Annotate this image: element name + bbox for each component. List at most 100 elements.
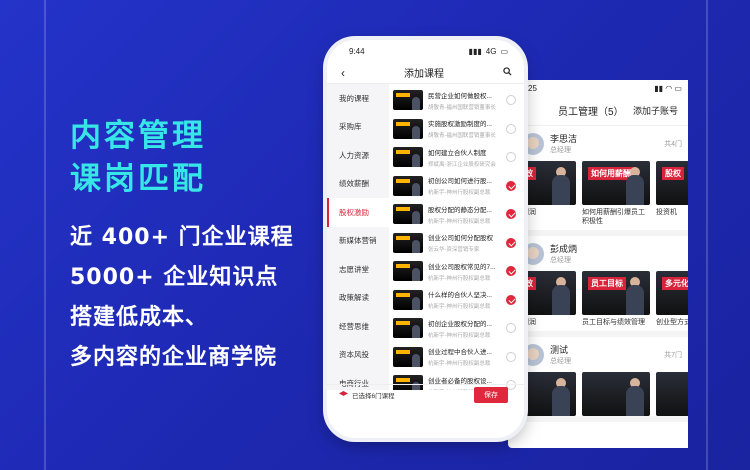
unchecked-checkbox[interactable] — [506, 323, 516, 334]
employee-header: 员工管理（5） 添加子账号 — [508, 96, 688, 126]
course-item[interactable]: 创业公司股权常见的7... 杭新宇-神州行股权副总裁 — [393, 257, 524, 286]
category-item[interactable]: 新媒体营销 — [327, 227, 389, 256]
page-title: 员工管理（5） — [558, 107, 624, 118]
course-thumb[interactable]: 员工目标 员工目标与绩效管理 — [582, 271, 650, 331]
category-item[interactable]: 绩效薪酬 — [327, 170, 389, 199]
course-title: 如何建立合伙人制度 — [428, 149, 487, 157]
employee-name: 李思洁 — [550, 134, 578, 144]
course-item[interactable]: 如何建立合伙人制度郑斌禹-浙江企业股权研究会 — [393, 143, 524, 172]
course-title: 股权分配的静态分配... — [428, 206, 492, 214]
course-thumb[interactable]: 如何用薪酬 如何用薪酬引爆员工积极性 — [582, 161, 650, 230]
status-time: 25 — [528, 83, 537, 93]
course-thumbnail — [393, 118, 423, 139]
course-lecturer: 张云华-资深营销专家 — [428, 247, 480, 254]
network-label: 4G — [485, 46, 497, 56]
checked-checkbox[interactable] — [506, 266, 516, 277]
avatar — [522, 132, 544, 155]
selected-count: 已选择6门课程 — [352, 392, 395, 400]
checked-checkbox[interactable] — [506, 209, 516, 220]
course-lecturer: 杭新宇-神州行股权副总裁 — [428, 304, 491, 311]
course-caption: 投资机 — [656, 209, 677, 216]
hero-title-1: 内容管理 — [70, 118, 206, 154]
course-caption: 员工目标与绩效管理 — [582, 319, 645, 326]
status-bar: 25 ▮▮ ◠ ▭ — [508, 80, 688, 96]
course-item[interactable]: 初创企业股权分配的... 杭新宇-神州行股权副总裁 — [393, 314, 524, 343]
thumb-title: 股权 — [662, 167, 684, 180]
add-course-phone: 9:44 ▮▮▮ 4G ▭ ‹ 添加课程 我的课程 采购库 人力资源 绩效薪酬 股权激励… — [327, 40, 524, 438]
course-lecturer: 郑斌禹-浙江企业股权研究会 — [428, 161, 496, 168]
course-title: 实施股权激励制度的... — [428, 121, 492, 129]
employee-position: 总经理 — [550, 358, 571, 365]
employee-card[interactable]: 测试 总经理 共7门 — [508, 337, 688, 422]
signal-icon: ▮▮ ◠ ▭ — [654, 83, 682, 93]
unchecked-checkbox[interactable] — [506, 351, 516, 362]
category-item[interactable]: 我的课程 — [327, 84, 389, 113]
course-item[interactable]: 初创公司如何进行股... 杭新宇-神州行股权副总裁 — [393, 172, 524, 201]
course-item[interactable]: 民营企业如何做股权... 胡敬青-福州国联营销董事长 — [393, 86, 524, 115]
save-button[interactable]: 保存 — [474, 386, 508, 403]
checked-checkbox[interactable] — [506, 237, 516, 248]
course-item[interactable]: 实施股权激励制度的... 胡敬青-福州国联营销董事长 — [393, 115, 524, 144]
course-thumbnail — [393, 232, 423, 253]
course-item[interactable]: 创业公司如何分配股权 张云华-资深营销专家 — [393, 229, 524, 258]
category-item[interactable]: 资本风投 — [327, 341, 389, 370]
course-lecturer: 胡敬青-福州国联营销董事长 — [428, 104, 496, 111]
course-lecturer: 杭新宇-神州行股权副总裁 — [428, 218, 491, 225]
bullet-4: 多内容的企业商学院 — [70, 345, 278, 370]
add-sub-account-button[interactable]: 添加子账号 — [633, 104, 678, 117]
selected-summary: 已选择6门课程 — [339, 390, 395, 400]
category-item[interactable]: 政策解读 — [327, 284, 389, 313]
category-item[interactable]: 志愿讲堂 — [327, 255, 389, 284]
course-title: 初创公司如何进行股... — [428, 178, 492, 186]
course-thumb[interactable]: 股权投资机 — [656, 161, 688, 230]
course-lecturer: 杭新宇-神州行股权副总裁 — [428, 190, 491, 197]
unchecked-checkbox[interactable] — [506, 123, 516, 134]
course-item[interactable]: 股权分配的静态分配... 杭新宇-神州行股权副总裁 — [393, 200, 524, 229]
course-thumb[interactable] — [582, 372, 650, 416]
frame-line-right — [706, 0, 708, 470]
employee-card[interactable]: 李思洁 总经理 共4门 绩效效要利润 如何用薪酬如何用薪酬引爆员工积极性 股权投… — [508, 126, 688, 236]
course-lecturer: 杭新宇-神州行股权副总裁 — [428, 361, 491, 368]
unchecked-checkbox[interactable] — [506, 152, 516, 163]
course-thumbnail — [393, 261, 423, 282]
course-thumb[interactable]: 多元化 创业型方式 — [656, 271, 688, 331]
hero-title-2: 课岗匹配 — [70, 161, 206, 197]
avatar — [522, 343, 544, 366]
course-item[interactable]: 创业过程中合伙人进... 杭新宇-神州行股权副总裁 — [393, 343, 524, 372]
course-item[interactable]: 什么样的合伙人坚决... 杭新宇-神州行股权副总裁 — [393, 286, 524, 315]
course-title: 初创企业股权分配的... — [428, 320, 492, 328]
unchecked-checkbox[interactable] — [506, 95, 516, 106]
checked-checkbox[interactable] — [506, 180, 516, 191]
checked-checkbox[interactable] — [506, 294, 516, 305]
category-item[interactable]: 人力资源 — [327, 141, 389, 170]
course-caption: 如何用薪酬引爆员工积极性 — [582, 209, 645, 225]
graduation-cap-icon — [339, 391, 348, 396]
course-thumb[interactable] — [656, 372, 688, 416]
course-thumbnail — [393, 147, 423, 168]
thumb-title: 多元化 — [662, 277, 688, 290]
course-thumbnail — [393, 175, 423, 196]
employee-card[interactable]: 彭成炳 总经理 绩效效要利润 员工目标员工目标与绩效管理 多元化创业型方式 — [508, 236, 688, 337]
employee-position: 总经理 — [550, 147, 571, 154]
bullet-3: 搭建低成本、 — [70, 305, 209, 330]
back-icon[interactable]: ‹ — [341, 66, 345, 80]
status-time: 9:44 — [349, 46, 365, 56]
course-title: 创业公司股权常见的7... — [428, 263, 496, 271]
course-list: 民营企业如何做股权... 胡敬青-福州国联营销董事长实施股权激励制度的... 胡敬青… — [389, 84, 524, 390]
course-title: 创业过程中合伙人进... — [428, 349, 492, 357]
signal-icon: ▮▮▮ — [468, 46, 482, 56]
course-count: 共7门 — [664, 351, 682, 359]
course-thumbnail — [393, 289, 423, 310]
employee-position: 总经理 — [550, 257, 571, 264]
nav-header: ‹ 添加课程 — [327, 62, 524, 84]
category-item[interactable]: 采购库 — [327, 113, 389, 142]
search-icon[interactable] — [503, 66, 512, 79]
category-item[interactable]: 股权激励 — [327, 198, 389, 227]
status-bar: 9:44 ▮▮▮ 4G ▭ — [327, 40, 524, 62]
course-lecturer: 胡敬青-福州国联营销董事长 — [428, 133, 496, 140]
avatar — [522, 242, 544, 265]
bullet-1: 近 400+ 门企业课程 — [70, 225, 294, 250]
course-count: 共4门 — [664, 140, 682, 148]
employee-management-screen: 25 ▮▮ ◠ ▭ 员工管理（5） 添加子账号 李思洁 总经理 共4门 绩效效要… — [508, 80, 688, 448]
category-item[interactable]: 经营思维 — [327, 312, 389, 341]
